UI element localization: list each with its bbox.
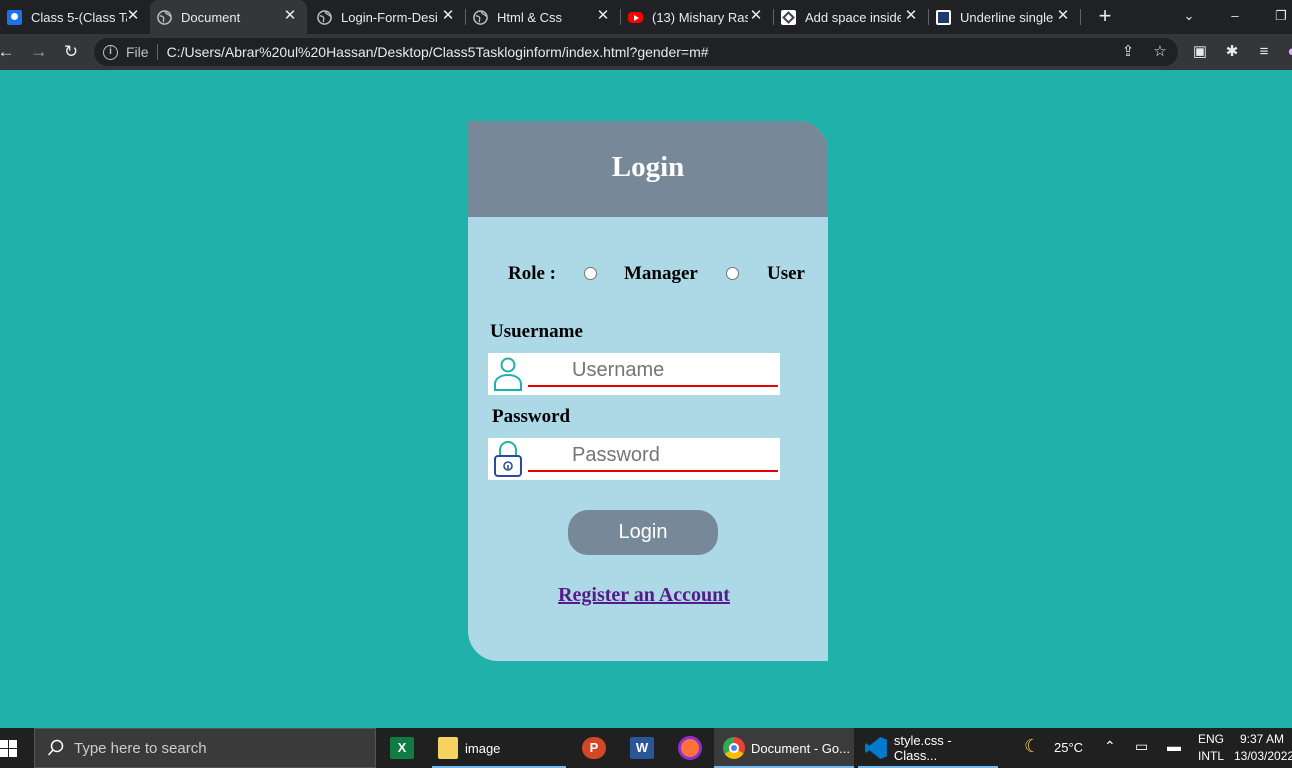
classroom-icon xyxy=(7,9,22,25)
restore-icon[interactable]: ❐ xyxy=(1270,4,1292,28)
taskbar-excel[interactable]: X xyxy=(386,728,418,768)
padlock-icon xyxy=(492,440,524,483)
taskbar-image-folder[interactable]: image xyxy=(432,728,566,768)
clock-date[interactable]: 13/03/2022 xyxy=(1234,749,1292,763)
login-title: Login xyxy=(611,151,685,183)
manager-radio[interactable] xyxy=(584,267,597,280)
reading-list-icon[interactable]: ≡ xyxy=(1252,40,1276,64)
tab-document[interactable]: Document ✕ xyxy=(150,0,307,34)
info-icon[interactable]: i xyxy=(103,44,118,60)
excel-icon: X xyxy=(390,737,414,759)
tab-class5[interactable]: Class 5-(Class Tas ✕ xyxy=(0,0,150,34)
url-text[interactable]: C:/Users/Abrar%20ul%20Hassan/Desktop/Cla… xyxy=(167,44,709,60)
browser-toolbar: ← → ↻ i File C:/Users/Abrar%20ul%20Hassa… xyxy=(0,34,1292,70)
username-input[interactable] xyxy=(528,356,778,387)
forward-icon[interactable]: → xyxy=(27,40,51,64)
word-icon: W xyxy=(630,737,654,759)
search-placeholder: Type here to search xyxy=(74,739,207,757)
tab-login-form[interactable]: Login-Form-Desi ✕ xyxy=(310,0,465,34)
share-icon[interactable]: ⇪ xyxy=(1116,40,1140,64)
powerpoint-icon: P xyxy=(582,737,606,759)
extensions-icon[interactable]: ✱ xyxy=(1220,40,1244,64)
minimize-icon[interactable]: – xyxy=(1224,4,1246,28)
media-icon[interactable]: ▣ xyxy=(1188,40,1212,64)
back-icon[interactable]: ← xyxy=(0,40,18,64)
windows-start-icon[interactable] xyxy=(0,740,18,758)
taskbar-vscode[interactable]: style.css - Class... xyxy=(858,728,998,768)
tab-stackexchange[interactable]: Add space inside ✕ xyxy=(774,0,928,34)
user-label: User xyxy=(767,263,805,284)
password-input[interactable] xyxy=(528,441,778,472)
user-icon xyxy=(492,355,524,396)
language-layout[interactable]: INTL xyxy=(1198,749,1224,763)
taskbar-firefox[interactable] xyxy=(674,728,706,768)
weather-temp[interactable]: 25°C xyxy=(1054,740,1083,755)
weather-icon: ☾ xyxy=(1024,736,1041,756)
scheme-label: File xyxy=(126,44,149,60)
taskbar-word[interactable]: W xyxy=(626,728,658,768)
firefox-icon xyxy=(678,736,702,760)
chevron-up-icon[interactable]: ⌃ xyxy=(1104,738,1116,755)
profile-avatar-icon[interactable]: ● xyxy=(1280,40,1292,64)
vscode-icon xyxy=(865,737,887,759)
address-bar[interactable]: i File C:/Users/Abrar%20ul%20Hassan/Desk… xyxy=(94,38,1178,66)
youtube-icon xyxy=(628,11,643,23)
display-icon[interactable]: ▭ xyxy=(1135,738,1148,755)
login-card: Login Role : Manager User Usuername Pass… xyxy=(468,121,828,661)
password-label: Password xyxy=(492,406,571,427)
manager-label: Manager xyxy=(624,263,698,284)
login-button[interactable]: Login xyxy=(568,510,718,555)
tab-search-icon[interactable]: ⌄ xyxy=(1178,4,1200,28)
battery-icon[interactable]: ▬ xyxy=(1167,738,1181,754)
taskbar-app-label: Document - Go... xyxy=(751,740,850,756)
close-icon[interactable]: ✕ xyxy=(594,7,612,25)
username-label: Usuername xyxy=(490,321,583,342)
tab-html-css[interactable]: Html & Css ✕ xyxy=(466,0,620,34)
close-icon[interactable]: ✕ xyxy=(439,7,457,25)
globe-icon xyxy=(473,9,488,25)
close-icon[interactable]: ✕ xyxy=(902,7,920,25)
clock-time[interactable]: 9:37 AM xyxy=(1240,732,1284,746)
username-field xyxy=(488,353,780,395)
close-icon[interactable]: ✕ xyxy=(1054,7,1072,25)
close-icon[interactable]: ✕ xyxy=(281,7,299,25)
stackexchange-icon xyxy=(781,9,796,25)
globe-icon xyxy=(157,9,172,25)
close-icon[interactable]: ✕ xyxy=(124,7,142,25)
taskbar-app-label: image xyxy=(465,740,501,756)
close-icon[interactable]: ✕ xyxy=(747,7,765,25)
new-tab-button[interactable]: + xyxy=(1094,4,1116,28)
password-field xyxy=(488,438,780,480)
language-code[interactable]: ENG xyxy=(1198,732,1224,746)
taskbar: Type here to search X image P W Document… xyxy=(0,728,1292,768)
register-link[interactable]: Register an Account xyxy=(468,584,820,607)
tab-separator xyxy=(1080,9,1081,25)
reload-icon[interactable]: ↻ xyxy=(59,40,83,64)
taskbar-powerpoint[interactable]: P xyxy=(578,728,610,768)
tab-w3[interactable]: Underline single ✕ xyxy=(929,0,1080,34)
user-radio[interactable] xyxy=(726,267,739,280)
taskbar-chrome[interactable]: Document - Go... xyxy=(714,728,854,768)
w3-icon xyxy=(936,9,951,25)
address-divider xyxy=(156,44,158,60)
browser-tab-strip: Class 5-(Class Tas ✕ Document ✕ Login-Fo… xyxy=(0,0,1292,34)
role-label: Role : xyxy=(508,263,557,284)
taskbar-app-label: style.css - Class... xyxy=(893,733,952,763)
search-icon xyxy=(47,739,65,757)
chrome-icon xyxy=(723,737,745,759)
bookmark-star-icon[interactable]: ☆ xyxy=(1148,40,1172,64)
login-header: Login xyxy=(468,121,828,217)
taskbar-search[interactable]: Type here to search xyxy=(34,728,376,768)
folder-icon xyxy=(438,737,458,759)
tab-youtube[interactable]: (13) Mishary Rasl ✕ xyxy=(621,0,773,34)
globe-icon xyxy=(317,9,332,25)
